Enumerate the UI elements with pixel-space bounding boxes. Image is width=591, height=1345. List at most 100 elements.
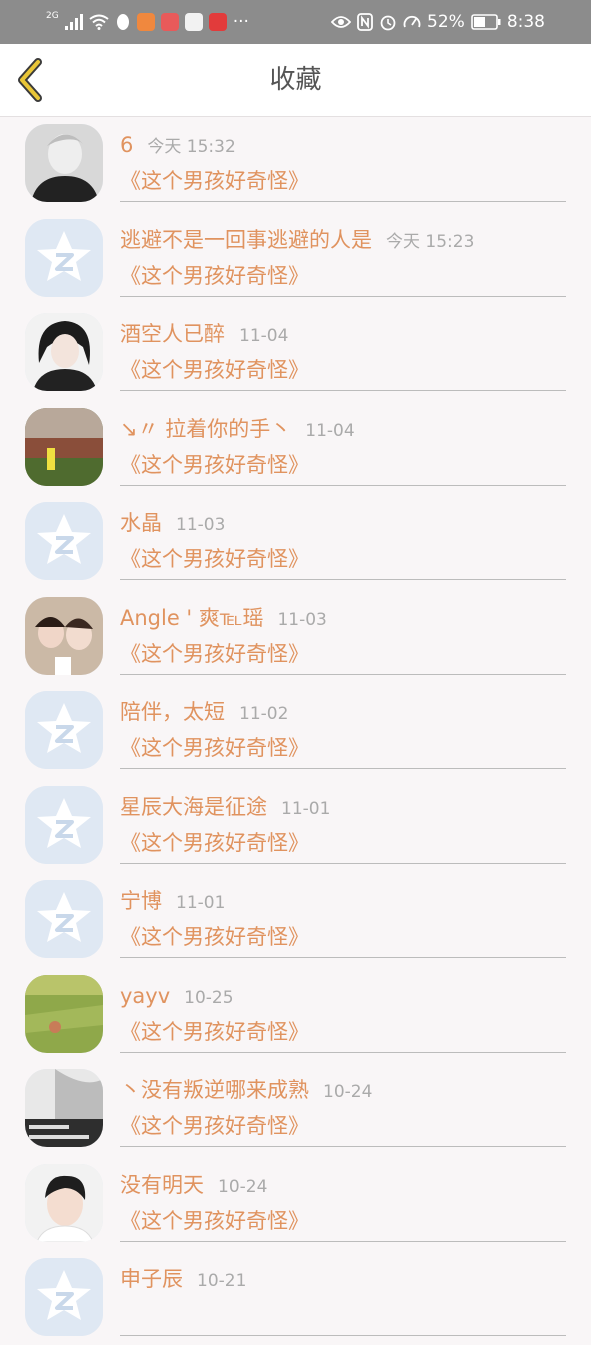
item-username: 陪伴，太短 11-02 — [120, 698, 288, 728]
avatar[interactable] — [25, 974, 103, 1053]
item-username-text: 申子辰 — [120, 1267, 183, 1291]
item-timestamp: 11-04 — [239, 326, 289, 346]
item-username: 酒空人已醉 11-04 — [120, 320, 288, 350]
item-timestamp: 10-25 — [184, 987, 234, 1008]
battery-percent: 52% — [427, 12, 465, 32]
network-type: 2G — [46, 11, 59, 21]
avatar[interactable] — [25, 502, 103, 580]
item-username-text: yayv — [120, 983, 171, 1008]
divider — [120, 1146, 566, 1147]
item-song-title[interactable]: 《这个男孩好奇怪》 — [120, 167, 309, 195]
item-song-title[interactable]: 《这个男孩好奇怪》 — [120, 545, 309, 573]
list-item[interactable]: 星辰大海是征途 11-01 《这个男孩好奇怪》 — [0, 779, 591, 873]
item-username: ↘〃 拉着你的手丶 11-04 — [120, 415, 355, 445]
item-song-title[interactable]: 《这个男孩好奇怪》 — [120, 451, 309, 479]
item-timestamp: 11-03 — [176, 515, 226, 535]
divider — [120, 768, 566, 769]
list-item[interactable]: 丶没有叛逆哪来成熟 10-24 《这个男孩好奇怪》 — [0, 1062, 591, 1156]
avatar[interactable] — [25, 218, 103, 297]
clock: 8:38 — [506, 12, 545, 32]
avatar[interactable] — [25, 785, 103, 864]
item-username: 逃避不是一回事逃避的人是 今天 15:23 — [120, 226, 474, 256]
status-bar: 2G ··· 52% 8:38 — [0, 0, 591, 44]
divider — [120, 1240, 566, 1242]
item-song-title[interactable]: 《这个男孩好奇怪》 — [120, 923, 309, 951]
item-song-title[interactable]: 《这个男孩好奇怪》 — [120, 1018, 309, 1046]
avatar[interactable] — [25, 1258, 103, 1336]
more-notifications: ··· — [232, 12, 249, 32]
item-username-text: 陪伴，太短 — [120, 700, 225, 724]
item-username-text: 水晶 — [120, 511, 162, 535]
avatar[interactable] — [25, 407, 103, 486]
item-timestamp: 11-02 — [239, 704, 289, 724]
item-username: 丶没有叛逆哪来成熟 10-24 — [120, 1076, 372, 1106]
list-item[interactable]: 酒空人已醉 11-04 《这个男孩好奇怪》 — [0, 306, 591, 400]
item-username-text: 宁博 — [120, 889, 162, 913]
item-song-title[interactable]: 《这个男孩好奇怪》 — [120, 640, 309, 668]
item-song-title[interactable]: 《这个男孩好奇怪》 — [120, 262, 309, 290]
list-item[interactable]: 宁博 11-01 《这个男孩好奇怪》 — [0, 873, 591, 967]
item-timestamp: 11-01 — [281, 798, 331, 819]
list-item[interactable]: 逃避不是一回事逃避的人是 今天 15:23 《这个男孩好奇怪》 — [0, 212, 591, 306]
avatar[interactable] — [25, 124, 103, 202]
eye-icon — [331, 16, 352, 28]
item-username-text: 逃避不是一回事逃避的人是 — [120, 227, 372, 252]
list-item[interactable]: ↘〃 拉着你的手丶 11-04 《这个男孩好奇怪》 — [0, 401, 591, 495]
divider — [120, 862, 566, 864]
list-item[interactable]: Angle ' 爽℡瑶 11-03 《这个男孩好奇怪》 — [0, 590, 591, 684]
list-item[interactable]: 6 今天 15:32 《这个男孩好奇怪》 — [0, 117, 591, 211]
item-username: 宁博 11-01 — [120, 887, 225, 917]
avatar[interactable] — [25, 1163, 103, 1242]
item-song-title[interactable]: 《这个男孩好奇怪》 — [120, 356, 309, 384]
list-item[interactable]: 陪伴，太短 11-02 《这个男孩好奇怪》 — [0, 684, 591, 778]
video-app-icon — [136, 13, 155, 31]
item-username-text: 星辰大海是征途 — [120, 794, 267, 819]
shopping-app-icon — [208, 13, 227, 31]
speed-icon — [403, 15, 421, 28]
nfc-icon — [357, 13, 373, 31]
item-timestamp: 10-21 — [197, 1271, 247, 1291]
avatar[interactable] — [25, 1069, 103, 1147]
divider — [120, 673, 566, 675]
item-username-text: 6 — [120, 133, 134, 157]
item-song-title[interactable]: 《这个男孩好奇怪》 — [120, 1112, 309, 1140]
item-timestamp: 10-24 — [218, 1176, 268, 1197]
avatar[interactable] — [25, 313, 103, 391]
list-item[interactable]: yayv 10-25 《这个男孩好奇怪》 — [0, 968, 591, 1062]
list-item[interactable]: 水晶 11-03 《这个男孩好奇怪》 — [0, 495, 591, 589]
item-username: 水晶 11-03 — [120, 509, 225, 539]
list-item[interactable]: 没有明天 10-24 《这个男孩好奇怪》 — [0, 1157, 591, 1251]
page-title: 收藏 — [269, 65, 322, 95]
item-timestamp: 11-03 — [277, 609, 327, 630]
divider — [120, 484, 566, 486]
divider — [120, 295, 566, 297]
item-username: 申子辰 10-21 — [120, 1265, 246, 1295]
qq-penguin-icon — [116, 14, 129, 30]
divider — [120, 1335, 566, 1336]
item-username-text: 丶没有叛逆哪来成熟 — [120, 1078, 309, 1102]
divider — [120, 579, 566, 580]
item-song-title[interactable]: 《这个男孩好奇怪》 — [120, 829, 309, 857]
reader-app-icon — [160, 13, 179, 31]
avatar[interactable] — [25, 691, 103, 769]
item-username-text: 酒空人已醉 — [120, 322, 225, 346]
signal-icon — [64, 14, 83, 30]
item-username: 没有明天 10-24 — [120, 1171, 267, 1201]
battery-icon — [471, 14, 501, 30]
item-song-title[interactable]: 《这个男孩好奇怪》 — [120, 734, 309, 762]
item-username: yayv 10-25 — [120, 982, 234, 1012]
item-username: 6 今天 15:32 — [120, 131, 236, 161]
item-timestamp: 10-24 — [323, 1082, 373, 1102]
dictionary-app-icon — [184, 13, 203, 31]
status-bar-right: 52% 8:38 — [331, 11, 545, 33]
divider — [120, 390, 566, 391]
alarm-icon — [380, 15, 396, 31]
item-song-title[interactable]: 《这个男孩好奇怪》 — [120, 1207, 309, 1235]
item-username-text: Angle ' 爽℡瑶 — [120, 605, 264, 630]
avatar[interactable] — [25, 880, 103, 958]
status-bar-left: 2G ··· — [46, 11, 249, 33]
avatar[interactable] — [25, 596, 103, 675]
list-item[interactable]: 申子辰 10-21 — [0, 1251, 591, 1345]
nav-bar: 收藏 — [0, 44, 591, 117]
divider — [120, 1051, 566, 1053]
